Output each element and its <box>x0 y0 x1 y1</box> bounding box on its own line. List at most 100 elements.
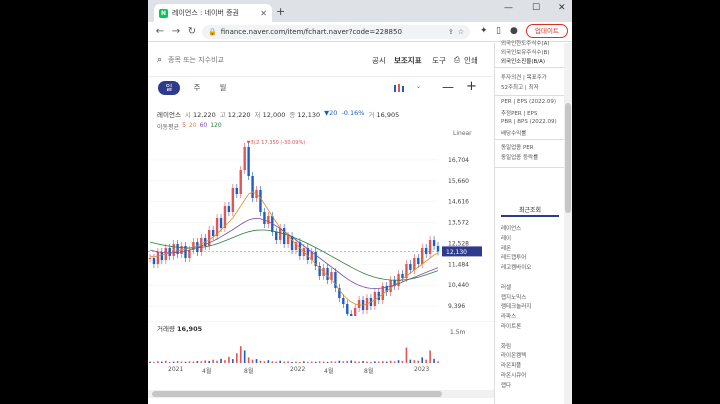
share-icon[interactable]: ⇪ <box>448 28 454 36</box>
close-label: 종 <box>289 111 296 119</box>
volume-bar <box>235 353 238 363</box>
quote-line: 레이언스 시 12,220 고 12,220 저 12,000 종 12,130… <box>157 109 399 119</box>
side-divider <box>495 67 572 68</box>
candle-body <box>342 298 345 304</box>
y-tick-label: 11,484 <box>448 261 469 268</box>
zoom-in-button[interactable]: + <box>466 79 477 94</box>
period-day-tab[interactable]: 일 <box>158 81 180 95</box>
browser-tab[interactable]: N 레이언스 : 네이버 증권 ✕ <box>154 4 272 22</box>
volume-bar <box>263 361 266 363</box>
volume-bar <box>184 361 187 363</box>
lock-icon[interactable]: 🔒 <box>208 28 217 36</box>
volume-bar <box>425 359 427 363</box>
period-week-tab[interactable]: 주 <box>186 81 208 95</box>
hscroll-thumb[interactable] <box>152 391 442 397</box>
open-value: 12,220 <box>192 111 216 119</box>
recent-view-item: 레몬 <box>501 245 512 252</box>
horizontal-scrollbar[interactable] <box>148 390 494 398</box>
volume-bar <box>196 361 199 363</box>
candle-chart-icon[interactable] <box>393 83 407 93</box>
volume-bar <box>220 358 222 363</box>
recent-views-title[interactable]: 최근조회 <box>501 205 559 217</box>
print-link[interactable]: 인쇄 <box>464 55 478 66</box>
volume-bar <box>334 361 337 363</box>
candle-body <box>401 274 404 278</box>
volume-bar <box>149 361 151 363</box>
volume-bar <box>405 347 408 363</box>
open-label: 시 <box>184 111 191 119</box>
high-value: 12,220 <box>227 111 251 119</box>
bookmark-star-icon[interactable]: ☆ <box>458 28 464 36</box>
volume-bar <box>381 361 384 363</box>
volume-bar <box>330 361 333 363</box>
sidepanel-icon[interactable]: ▯ <box>496 26 501 36</box>
volume-bar <box>362 361 364 363</box>
x-tick-label: 4월 <box>202 368 212 375</box>
x-tick-label: 4월 <box>324 368 334 375</box>
reload-icon[interactable]: ↻ <box>184 26 200 37</box>
candle-body <box>219 218 223 228</box>
back-icon[interactable]: ← <box>152 26 168 37</box>
address-bar[interactable]: 🔒 finance.naver.com/item/fchart.naver?co… <box>202 25 470 39</box>
extensions-icon[interactable]: ✦ <box>480 26 488 36</box>
indicators-link[interactable]: 보조지표 <box>394 55 422 66</box>
update-button[interactable]: 업데이트 <box>526 24 568 38</box>
candle-body <box>188 250 191 258</box>
price-chart[interactable]: 16,704 15,660 14,616 13,572 12,528 11,484 10,4… <box>148 140 494 316</box>
zoom-out-button[interactable]: — <box>442 80 454 94</box>
candle-body <box>235 188 238 194</box>
volume-bar <box>204 360 207 363</box>
volume-title: 거래량 16,905 <box>157 323 202 333</box>
side-per-item: PBR | BPS (2022.09) <box>501 119 557 125</box>
vscroll-thumb[interactable] <box>565 103 571 213</box>
candle-body <box>326 268 329 280</box>
recent-view-item: 라이온켐텍 <box>501 353 527 360</box>
y-tick-label: 13,572 <box>448 220 469 227</box>
scale-toggle[interactable]: Linear <box>453 130 472 137</box>
chart-toolbar: ⌕ 공시 보조지표 도구 ⎙ 인쇄 <box>148 43 494 77</box>
side-panel: 최근조회 외국인한도주식수(A) 외국인보유주식수(B) 외국인소진율(B/A) 투자… <box>494 41 572 404</box>
volume-bar <box>275 361 278 363</box>
side-per-item: PER | EPS (2022.09) <box>501 99 557 105</box>
candle-body <box>156 252 160 264</box>
volume-bar <box>279 360 281 363</box>
volume-bar <box>295 361 297 363</box>
minimize-icon[interactable]: — <box>504 3 513 13</box>
volume-max-tick: 1.5m <box>450 329 466 336</box>
low-label: 저 <box>254 111 261 119</box>
tools-link[interactable]: 도구 <box>432 55 446 66</box>
print-icon[interactable]: ⎙ <box>454 55 460 65</box>
y-tick-label: 9,396 <box>448 303 465 310</box>
x-tick-label: 2022 <box>290 366 306 373</box>
chevron-down-icon[interactable]: ⌄ <box>416 83 421 90</box>
close-window-icon[interactable]: ✕ <box>558 3 566 13</box>
profile-avatar-icon[interactable]: ● <box>510 26 518 36</box>
candle-body <box>436 246 440 252</box>
volume-bar <box>291 361 293 363</box>
browser-window: N 레이언스 : 네이버 증권 ✕ + — ☐ ✕ ← → ↻ 🔒 financ… <box>148 0 572 404</box>
period-bar: 일 주 월 ⌄ — + <box>148 77 494 99</box>
volume-bar <box>208 361 210 363</box>
vertical-scrollbar[interactable] <box>564 43 572 404</box>
candle-body <box>428 240 432 254</box>
search-icon[interactable]: ⌕ <box>157 55 162 65</box>
side-divider <box>495 139 572 140</box>
candle-body <box>148 258 152 259</box>
candle-body <box>247 147 250 176</box>
new-tab-button[interactable]: + <box>276 5 285 18</box>
volume-bar <box>342 361 345 363</box>
disclosure-link[interactable]: 공시 <box>372 55 386 66</box>
period-month-tab[interactable]: 월 <box>212 81 234 95</box>
volume-bar <box>358 361 360 363</box>
volume-bar <box>346 361 349 363</box>
maximize-icon[interactable]: ☐ <box>532 3 540 13</box>
recent-view-item: 러셀 <box>501 284 512 291</box>
compare-search-input[interactable] <box>168 54 268 66</box>
recent-view-item: 레드캡투어 <box>501 255 527 262</box>
volume-bar <box>318 361 321 363</box>
candle-body <box>231 188 235 212</box>
candle-body <box>353 308 357 316</box>
forward-icon[interactable]: → <box>168 26 184 37</box>
close-tab-icon[interactable]: ✕ <box>260 9 267 18</box>
side-industry-item: 동일업종 PER <box>501 145 534 151</box>
